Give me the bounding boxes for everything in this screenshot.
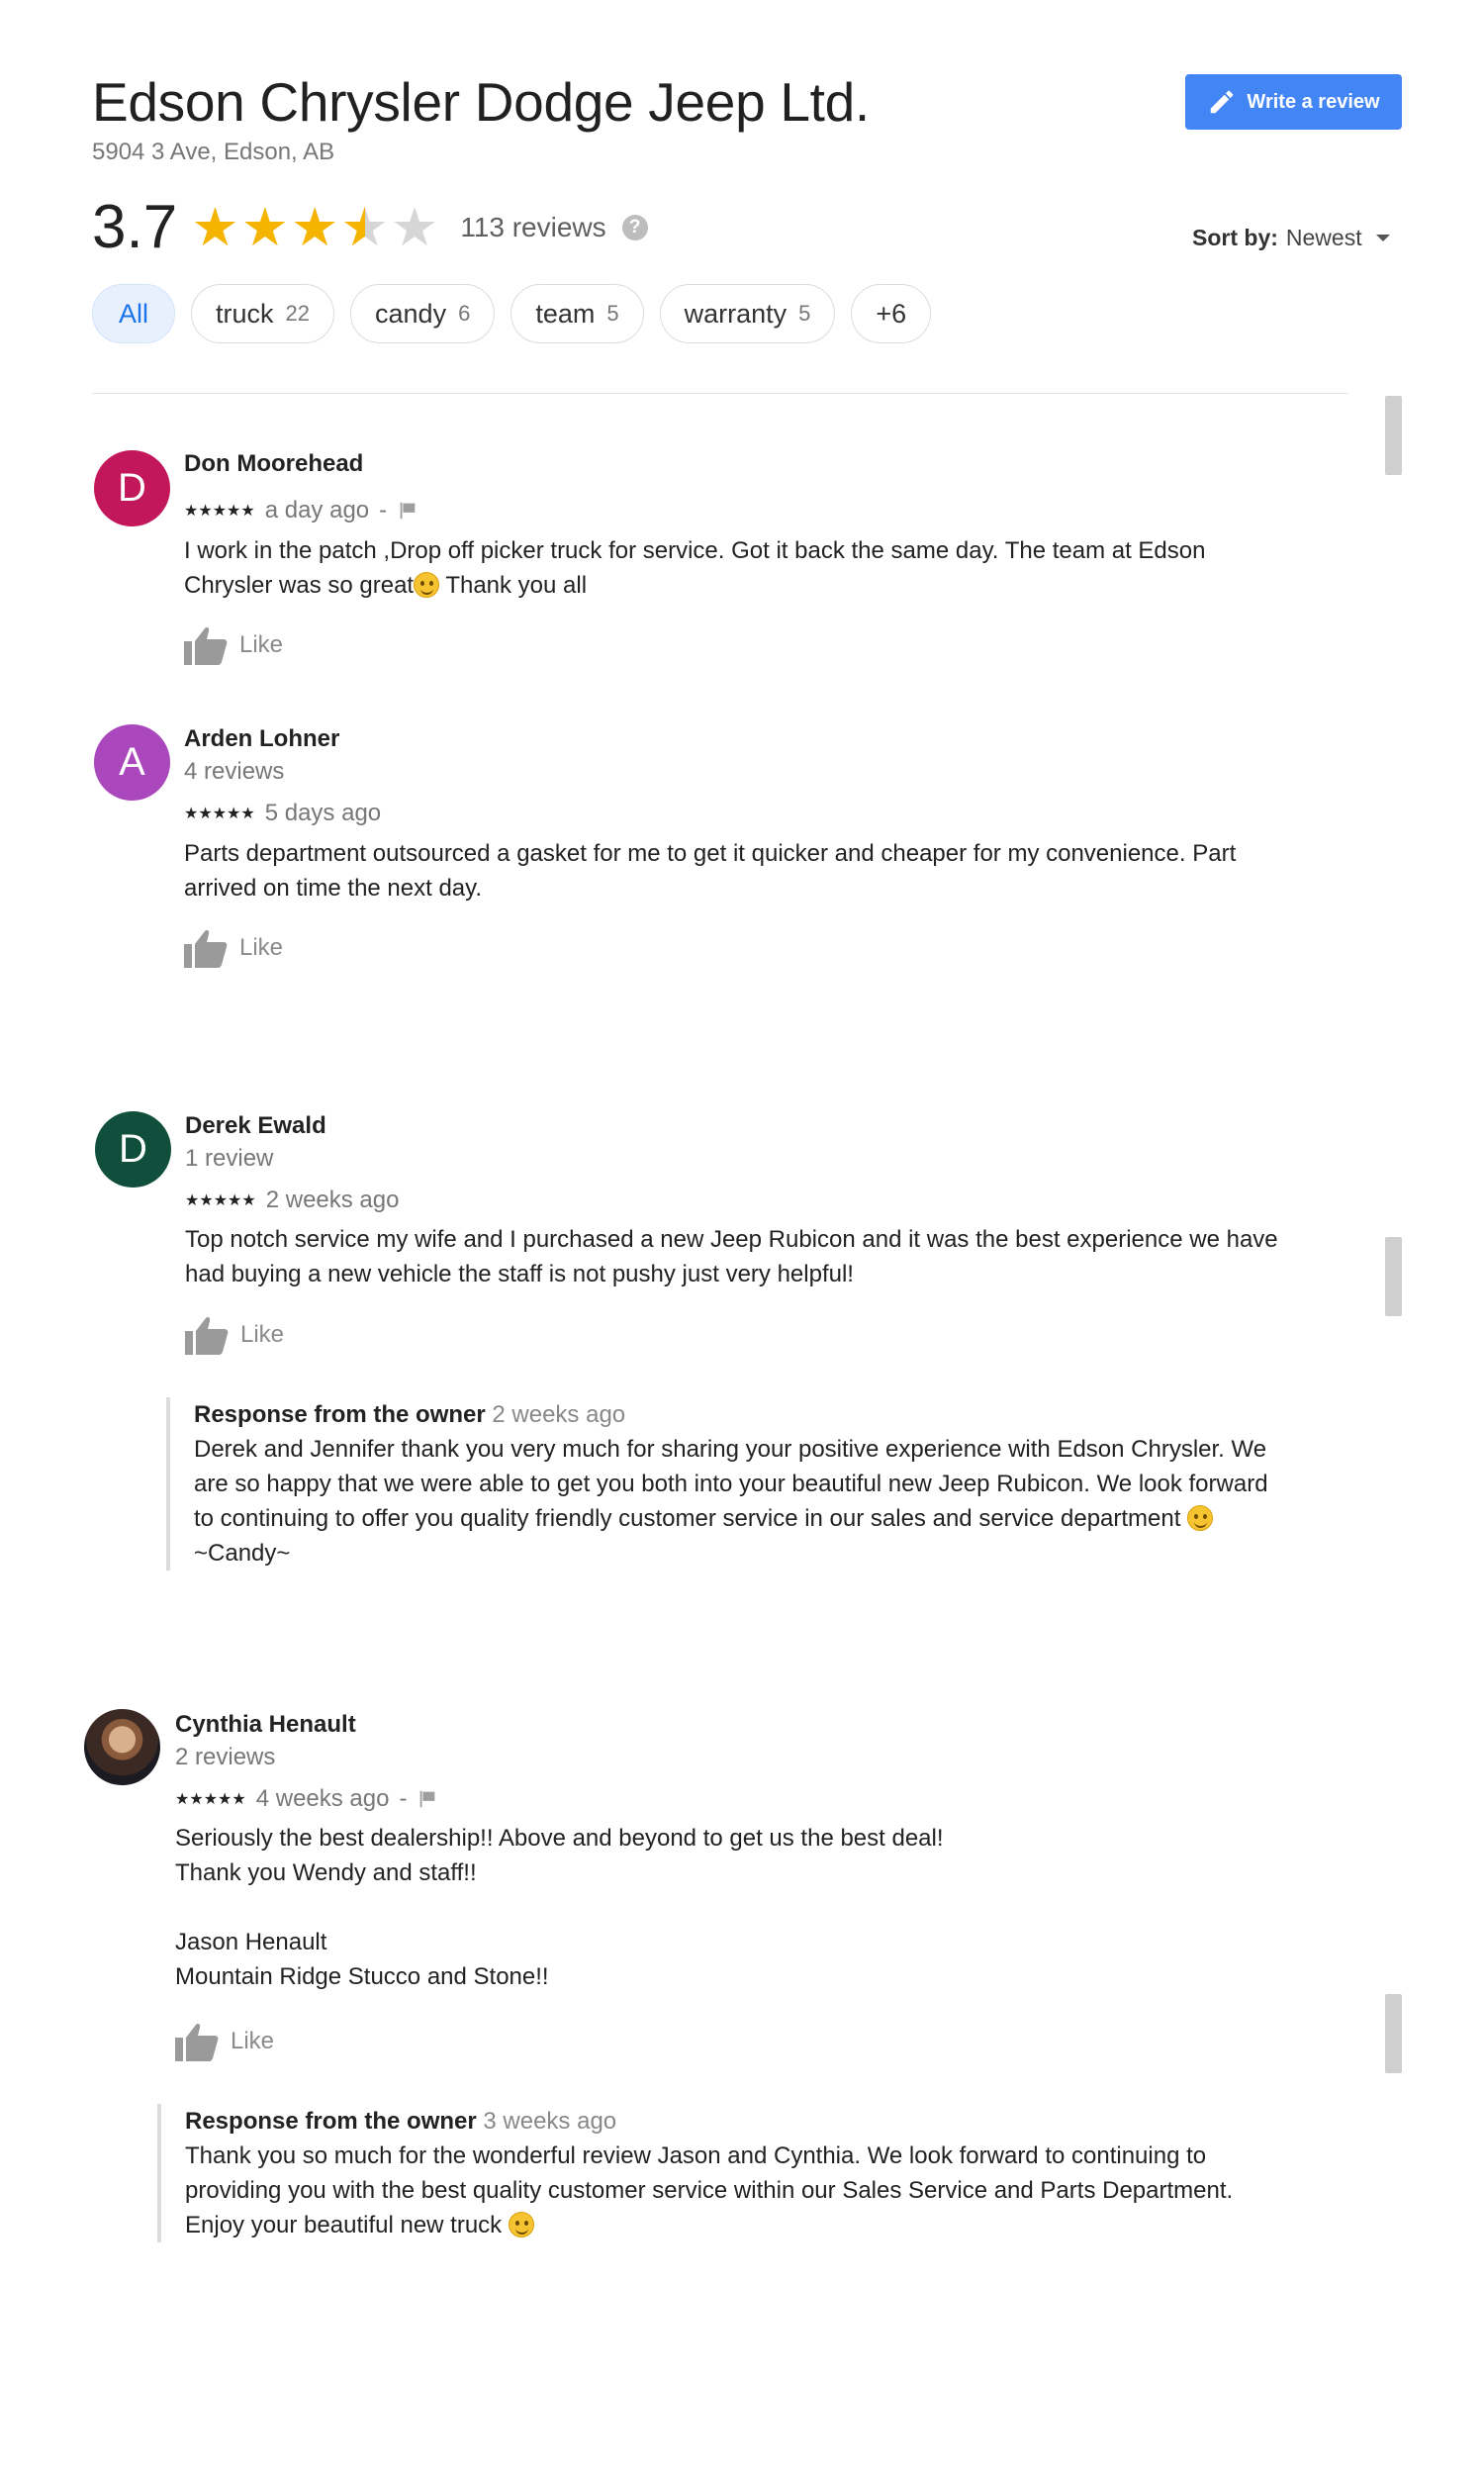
review-text: I work in the patch ,Drop off picker tru… <box>184 537 1206 599</box>
grin-emoji-icon <box>414 572 440 598</box>
separator: - <box>399 1785 408 1812</box>
reviewer-review-count[interactable]: 4 reviews <box>184 758 284 786</box>
separator: - <box>379 497 388 523</box>
thumbs-up-icon <box>175 2024 219 2061</box>
star-icon: ★ <box>240 198 290 257</box>
review-time: 4 weeks ago <box>255 1785 390 1812</box>
reviewer-name[interactable]: Don Moorehead <box>184 450 363 478</box>
like-label: Like <box>240 1321 285 1348</box>
pencil-icon <box>1211 90 1234 114</box>
review-count[interactable]: 113 reviews <box>460 212 605 243</box>
like-label: Like <box>239 631 284 658</box>
review-time: 5 days ago <box>264 800 382 826</box>
response-label: Response from the owner <box>185 2108 477 2135</box>
chip-all[interactable]: All <box>92 284 176 343</box>
business-address: 5904 3 Ave, Edson, AB <box>92 139 335 165</box>
review-text: Top notch service my wife and I purchase… <box>185 1226 1278 1287</box>
reviewer-review-count[interactable]: 1 review <box>185 1145 273 1173</box>
like-button[interactable]: Like <box>175 2022 274 2061</box>
star-icon: ★ <box>191 198 239 257</box>
star-icon: ★ <box>291 198 339 257</box>
chip-warranty[interactable]: warranty 5 <box>659 284 836 343</box>
reviewer-name[interactable]: Cynthia Henault <box>175 1711 356 1739</box>
topic-filter-chips: All truck 22 candy 6 team 5 warranty 5 +6 <box>92 284 932 343</box>
response-label: Response from the owner <box>194 1401 486 1428</box>
flag-icon[interactable] <box>417 1788 438 1810</box>
review-stars: ★★★★★ <box>185 1192 256 1209</box>
review-stars: ★★★★★ <box>184 806 255 822</box>
response-time: 2 weeks ago <box>492 1401 626 1428</box>
sort-value: Newest <box>1285 225 1362 250</box>
page-title: Edson Chrysler Dodge Jeep Ltd. <box>92 71 870 133</box>
review-time: a day ago <box>264 497 370 523</box>
smile-emoji-icon <box>508 2212 534 2237</box>
chip-team[interactable]: team 5 <box>510 284 644 343</box>
review-text: Parts department outsourced a gasket for… <box>184 840 1237 902</box>
flag-icon[interactable] <box>397 500 418 522</box>
rating-summary: 3.7 ★ ★ ★ ★ ★ 113 reviews ? <box>92 193 648 262</box>
review-meta: ★★★★★ 5 days ago <box>184 800 381 827</box>
chip-truck[interactable]: truck 22 <box>191 284 335 343</box>
response-time: 3 weeks ago <box>483 2108 617 2135</box>
review-meta: ★★★★★ 4 weeks ago - <box>175 1785 438 1813</box>
write-review-button[interactable]: Write a review <box>1185 74 1402 130</box>
smile-emoji-icon <box>1187 1505 1214 1531</box>
owner-response: Response from the owner 3 weeks ago Than… <box>157 2104 1374 2242</box>
avatar[interactable]: A <box>94 724 170 801</box>
review-stars: ★★★★★ <box>175 1791 246 1808</box>
owner-response: Response from the owner 2 weeks ago Dere… <box>166 1397 1383 1570</box>
review-meta: ★★★★★ 2 weeks ago <box>185 1187 399 1214</box>
thumbs-up-icon <box>184 930 228 968</box>
reviewer-name[interactable]: Derek Ewald <box>185 1112 326 1140</box>
thumbs-up-icon <box>184 627 228 665</box>
like-button[interactable]: Like <box>185 1315 284 1355</box>
thumbs-up-icon <box>185 1317 229 1355</box>
like-button[interactable]: Like <box>184 928 283 968</box>
sort-dropdown[interactable]: Sort by: Newest <box>1192 225 1390 251</box>
empty-star-icon: ★ <box>390 198 439 257</box>
like-label: Like <box>239 934 284 961</box>
average-rating-stars: ★ ★ ★ ★ ★ <box>191 198 438 257</box>
like-label: Like <box>231 2028 275 2054</box>
review-stars: ★★★★★ <box>184 503 255 520</box>
scrollbar-thumb[interactable] <box>1385 1994 1402 2073</box>
review-time: 2 weeks ago <box>265 1187 400 1213</box>
avatar[interactable]: D <box>94 450 170 526</box>
caret-down-icon <box>1375 235 1390 241</box>
average-rating: 3.7 <box>92 193 178 261</box>
reviewer-review-count[interactable]: 2 reviews <box>175 1744 275 1771</box>
half-star-icon: ★ <box>340 198 388 257</box>
divider <box>92 393 1348 394</box>
write-review-label: Write a review <box>1247 90 1380 113</box>
sort-label: Sort by: <box>1192 225 1278 250</box>
chip-more[interactable]: +6 <box>851 284 932 343</box>
review-text: Seriously the best dealership!! Above an… <box>175 1825 944 1990</box>
help-icon[interactable]: ? <box>621 215 648 240</box>
reviewer-name[interactable]: Arden Lohner <box>184 725 339 753</box>
scrollbar-thumb[interactable] <box>1385 396 1402 475</box>
avatar[interactable]: D <box>95 1111 171 1188</box>
review-meta: ★★★★★ a day ago - <box>184 497 418 524</box>
chip-candy[interactable]: candy 6 <box>350 284 496 343</box>
avatar-photo[interactable] <box>84 1709 160 1785</box>
like-button[interactable]: Like <box>184 625 283 665</box>
